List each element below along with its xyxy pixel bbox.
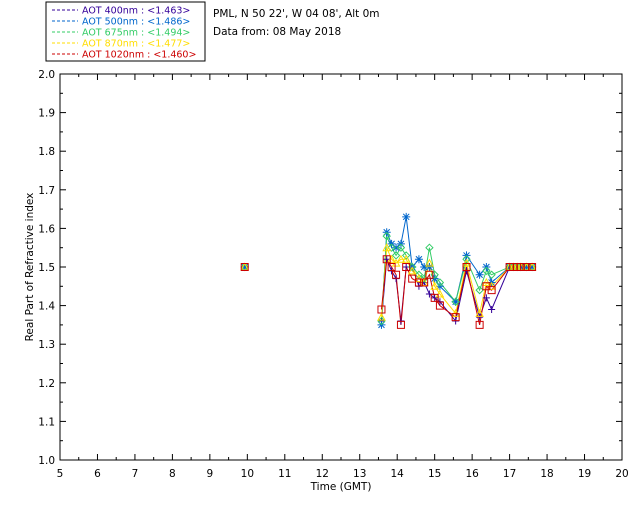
- x-tick-label: 11: [278, 468, 291, 480]
- y-tick-label: 1.5: [38, 262, 55, 274]
- y-tick-label: 1.1: [38, 416, 55, 428]
- data-point: [402, 212, 411, 221]
- x-tick-label: 15: [428, 468, 441, 480]
- x-tick-label: 10: [241, 468, 254, 480]
- x-tick-label: 19: [578, 468, 591, 480]
- x-tick-label: 20: [615, 468, 628, 480]
- x-tick-label: 8: [169, 468, 176, 480]
- legend-entry: AOT 1020nm : <1.460>: [82, 50, 196, 61]
- x-tick-label: 17: [503, 468, 516, 480]
- date-label: Data from: 08 May 2018: [213, 26, 341, 38]
- x-tick-label: 18: [540, 468, 553, 480]
- tick-marks: 5 6 7 8 9 10 11 12 13 14 15 16 17 18 19 20 1.0 1.1 1.2 1.3 1…: [38, 69, 628, 480]
- series-markers: [240, 212, 537, 329]
- x-tick-label: 12: [316, 468, 329, 480]
- y-tick-label: 1.0: [38, 455, 55, 467]
- y-tick-label: 1.7: [38, 185, 55, 197]
- site-label: PML, N 50 22', W 04 08', Alt 0m: [213, 8, 380, 20]
- x-tick-label: 16: [465, 468, 479, 480]
- x-tick-label: 6: [94, 468, 101, 480]
- y-tick-label: 1.9: [38, 108, 55, 120]
- data-point: [414, 255, 423, 264]
- x-axis-label: Time (GMT): [310, 481, 372, 493]
- x-tick-label: 13: [353, 468, 366, 480]
- refractive-index-chart: AOT 400nm : <1.463> AOT 500nm : <1.486> AO…: [0, 0, 640, 512]
- x-tick-label: 5: [57, 468, 64, 480]
- plot-frame: [59, 73, 623, 461]
- y-tick-label: 2.0: [38, 69, 55, 81]
- y-axis-label: Real Part of Refractive index: [24, 193, 36, 342]
- data-point: [475, 270, 484, 279]
- legend-entry: AOT 675nm : <1.494>: [82, 28, 190, 39]
- x-tick-label: 7: [132, 468, 139, 480]
- data-point: [488, 305, 496, 313]
- y-tick-label: 1.4: [38, 301, 55, 313]
- data-point: [392, 243, 401, 252]
- x-tick-label: 9: [207, 468, 214, 480]
- x-tick-label: 14: [391, 468, 405, 480]
- axes: Time (GMT) Real Part of Refractive index: [24, 73, 623, 493]
- y-tick-label: 1.2: [38, 378, 55, 390]
- y-tick-label: 1.8: [38, 146, 55, 158]
- legend-entry: AOT 500nm : <1.486>: [82, 17, 190, 28]
- series-line: [380, 247, 533, 318]
- chart-svg: AOT 400nm : <1.463>AOT 500nm : <1.486>AO…: [24, 1, 629, 493]
- y-tick-label: 1.3: [38, 339, 55, 351]
- legend-entry: AOT 870nm : <1.477>: [82, 39, 190, 50]
- y-tick-label: 1.6: [38, 223, 55, 235]
- chart-header: PML, N 50 22', W 04 08', Alt 0m Data fro…: [213, 8, 380, 38]
- legend: AOT 400nm : <1.463>AOT 500nm : <1.486>AO…: [45, 1, 206, 62]
- legend-entry: AOT 400nm : <1.463>: [82, 6, 190, 17]
